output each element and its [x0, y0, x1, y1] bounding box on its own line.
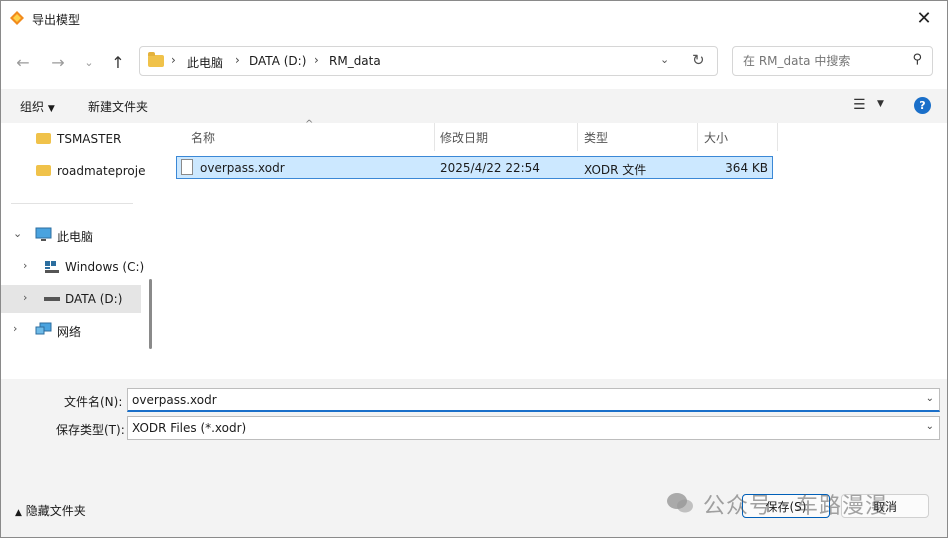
filename-value: overpass.xodr [132, 393, 217, 407]
sort-ascending-icon: ^ [305, 119, 314, 130]
divider [11, 203, 133, 204]
sidebar-item-label: 网络 [57, 325, 82, 339]
chevron-right-icon: › [235, 53, 240, 67]
file-size: 364 KB [725, 161, 768, 175]
windows-drive-icon [45, 261, 59, 273]
sidebar-item-label: 此电脑 [57, 230, 94, 244]
network-icon [35, 322, 52, 335]
view-options-icon[interactable]: ☰ [853, 97, 866, 113]
filename-field[interactable]: overpass.xodr ⌄ [127, 388, 940, 412]
breadcrumb-rm-data[interactable]: RM_data [329, 54, 381, 68]
sidebar-item-windows-c[interactable]: › Windows (C:) [1, 253, 145, 281]
scrollbar-thumb[interactable] [149, 279, 152, 349]
column-divider[interactable] [777, 123, 778, 151]
refresh-icon[interactable]: ↻ [692, 51, 705, 69]
search-icon[interactable]: ⚲ [912, 52, 922, 67]
breadcrumb-this-pc[interactable]: 此电脑 [187, 54, 223, 71]
chevron-right-icon[interactable]: › [13, 322, 17, 335]
address-bar[interactable]: › 此电脑 › DATA (D:) › RM_data ⌄ ↻ [139, 46, 718, 76]
app-logo-icon [10, 11, 24, 25]
watermark-text: 公众号 · 车路漫漫 [703, 494, 888, 519]
column-header-date[interactable]: 修改日期 [440, 129, 488, 146]
hide-folders-button[interactable]: ▲ 隐藏文件夹 [15, 502, 86, 519]
address-dropdown-icon[interactable]: ⌄ [660, 53, 669, 66]
filename-label: 文件名(N): [64, 395, 123, 409]
caret-up-icon: ▲ [15, 508, 22, 518]
filetype-label: 保存类型(T): [56, 423, 125, 437]
back-button[interactable]: ← [11, 50, 35, 74]
recent-locations-button[interactable]: ⌄ [77, 50, 101, 74]
window-title: 导出模型 [32, 13, 81, 27]
column-divider[interactable] [697, 123, 698, 151]
sidebar-item-label: roadmateproje [57, 164, 146, 178]
chevron-right-icon: › [171, 53, 176, 67]
file-date: 2025/4/22 22:54 [440, 161, 540, 175]
file-list: ^ 名称 修改日期 类型 大小 overpass.xodr 2025/4/22 … [153, 119, 947, 379]
arrow-right-icon: → [51, 52, 65, 72]
search-input[interactable] [741, 53, 905, 69]
column-divider[interactable] [577, 123, 578, 151]
hide-folders-label: 隐藏文件夹 [25, 504, 86, 518]
sidebar-item-data-d[interactable]: › DATA (D:) [1, 285, 141, 313]
sidebar-item-label: TSMASTER [57, 132, 122, 146]
drive-icon [44, 297, 60, 301]
folder-icon [36, 133, 51, 144]
command-bar: 组织 ▼ 新建文件夹 ☰ ▼ ? [1, 89, 947, 123]
table-row[interactable]: overpass.xodr 2025/4/22 22:54 XODR 文件 36… [176, 156, 773, 179]
caret-down-icon[interactable]: ▼ [877, 99, 884, 109]
column-header-size[interactable]: 大小 [704, 129, 728, 146]
chevron-down-icon: ⌄ [84, 55, 94, 69]
navigation-bar: ← → ⌄ ↑ › 此电脑 › DATA (D:) › RM_data ⌄ ↻ … [1, 35, 947, 89]
filetype-select[interactable]: XODR Files (*.xodr) ⌄ [127, 416, 940, 440]
sidebar-item-roadmateproject[interactable]: roadmateproje [1, 157, 145, 185]
sidebar-item-label: DATA (D:) [65, 292, 123, 306]
file-type: XODR 文件 [584, 163, 647, 177]
sidebar-item-label: Windows (C:) [65, 260, 145, 274]
column-header-type[interactable]: 类型 [584, 129, 608, 146]
title-bar: 导出模型 ✕ [1, 1, 947, 35]
chevron-right-icon[interactable]: › [23, 291, 27, 304]
computer-icon [35, 227, 52, 241]
organize-button[interactable]: 组织 ▼ [20, 98, 55, 115]
navigation-pane: TSMASTER roadmateproje ⌄ 此电脑 › Windows (… [1, 123, 149, 379]
file-name: overpass.xodr [200, 161, 285, 175]
chevron-right-icon[interactable]: › [23, 259, 27, 272]
chevron-down-icon[interactable]: ⌄ [926, 421, 934, 432]
arrow-up-icon: ↑ [111, 52, 125, 72]
close-button[interactable]: ✕ [901, 1, 947, 35]
sidebar-item-tsmaster[interactable]: TSMASTER [1, 125, 141, 153]
folder-icon [36, 165, 51, 176]
new-folder-button[interactable]: 新建文件夹 [88, 98, 148, 115]
filetype-value: XODR Files (*.xodr) [132, 421, 247, 435]
save-form: 文件名(N): overpass.xodr ⌄ 保存类型(T): XODR Fi… [1, 379, 947, 537]
sidebar-item-network[interactable]: › 网络 [1, 316, 141, 344]
file-icon [181, 159, 193, 175]
close-icon: ✕ [916, 7, 932, 29]
chevron-down-icon[interactable]: ⌄ [926, 393, 934, 404]
sidebar-item-this-pc[interactable]: ⌄ 此电脑 [1, 221, 141, 249]
organize-label: 组织 [20, 100, 45, 114]
column-divider[interactable] [434, 123, 435, 151]
arrow-left-icon: ← [16, 52, 30, 72]
forward-button[interactable]: → [46, 50, 70, 74]
help-icon[interactable]: ? [914, 97, 931, 114]
caret-down-icon: ▼ [47, 104, 55, 114]
chevron-right-icon: › [314, 53, 319, 67]
folder-icon [148, 52, 164, 67]
search-box: ⚲ [732, 46, 933, 76]
chevron-down-icon[interactable]: ⌄ [13, 227, 22, 240]
up-button[interactable]: ↑ [106, 50, 130, 74]
breadcrumb-data-drive[interactable]: DATA (D:) [249, 54, 306, 68]
column-header-name[interactable]: 名称 [191, 129, 215, 146]
wechat-logo-icon [667, 493, 693, 513]
export-model-dialog: 导出模型 ✕ ← → ⌄ ↑ › 此电脑 › DATA (D:) › RM_da… [0, 0, 948, 538]
